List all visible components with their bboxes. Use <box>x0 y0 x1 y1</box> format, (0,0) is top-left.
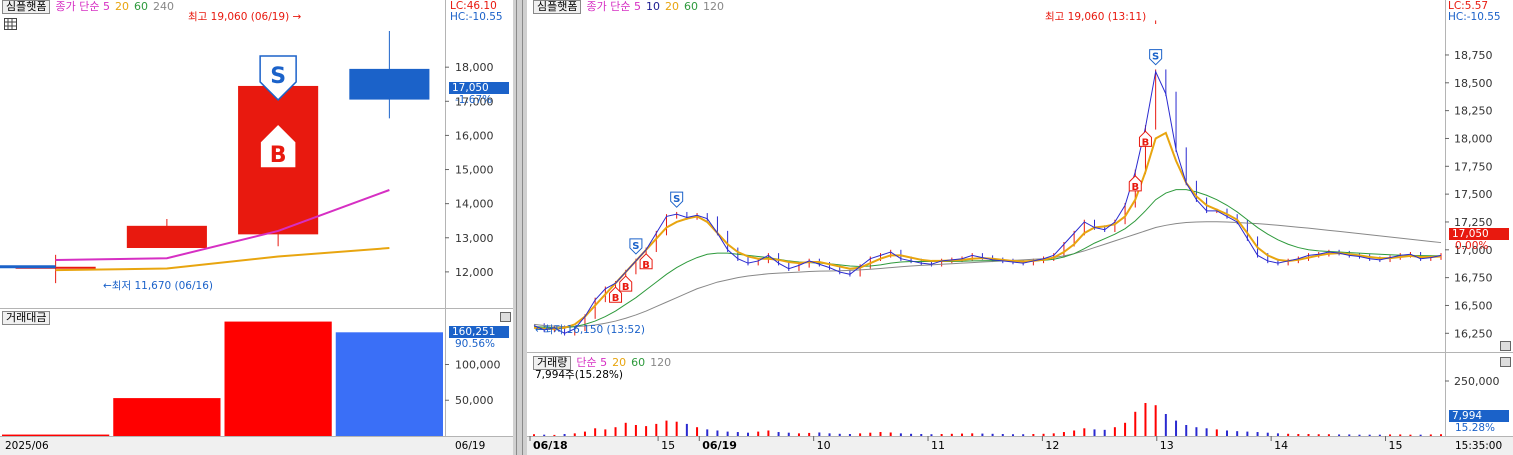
left-high-annot: 최고 19,060 (06/19) → <box>188 11 302 23</box>
right-volume-ma-60[interactable]: 60 <box>631 356 645 369</box>
left-candle-body <box>349 68 430 100</box>
left-volume-bar <box>2 434 110 436</box>
left-volume-bar <box>113 398 221 436</box>
right-price-line <box>533 70 1442 334</box>
right-y-tick-label: 18,000 <box>1454 132 1493 145</box>
right-volume-pct: 15.28% <box>1455 422 1496 434</box>
right-buy-marker-label: B <box>622 282 630 293</box>
right-volume-title[interactable]: 거래량 <box>533 356 572 370</box>
left-date-right: 06/19 <box>455 440 486 452</box>
right-x-tick-label: 11 <box>931 439 945 452</box>
left-low-annot: ←최저 11,670 (06/16) <box>103 280 213 292</box>
left-y-tick-label: 18,000 <box>455 61 494 74</box>
left-hc-label: HC:-10.55 <box>450 11 503 23</box>
left-volume-current-box: 160,251 <box>449 326 509 338</box>
right-high-annot: 최고 19,060 (13:11) <box>1045 11 1147 23</box>
left-sell-marker-label: S <box>270 64 286 89</box>
right-price-chart[interactable]: 16,25016,50016,75017,00017,25017,50017,7… <box>527 0 1513 455</box>
right-x-tick-label: 12 <box>1045 439 1059 452</box>
left-y-tick-label: 14,000 <box>455 198 494 211</box>
right-x-tick-label: 10 <box>817 439 831 452</box>
left-volume-title[interactable]: 거래대금 <box>2 311 51 325</box>
right-low-annot: ←최저 16,150 (13:52) <box>535 324 645 336</box>
right-hc-label: HC:-10.55 <box>1448 11 1501 23</box>
pane-splitter[interactable] <box>513 0 527 455</box>
right-x-tick-label: 06/19 <box>702 439 737 452</box>
right-buy-marker-label: B <box>612 293 620 304</box>
right-sell-marker-label: S <box>632 241 639 252</box>
right-current-change: 0.00% <box>1455 240 1489 252</box>
right-x-tick-label: 06/18 <box>533 439 568 452</box>
right-y-tick-label: 18,250 <box>1454 105 1493 118</box>
left-price-chart[interactable]: 12,00013,00014,00015,00016,00017,00018,0… <box>0 0 513 455</box>
right-y-tick-label: 17,500 <box>1454 188 1493 201</box>
right-volume-ma-20[interactable]: 20 <box>612 356 626 369</box>
left-current-price-box: 17,050 <box>449 82 509 94</box>
right-volume-y-tick-label: 250,000 <box>1454 375 1500 388</box>
right-sell-marker-label: S <box>673 194 680 205</box>
left-y-tick-label: 16,000 <box>455 129 494 142</box>
left-volume-y-tick-label: 50,000 <box>455 394 494 407</box>
right-y-tick-label: 16,750 <box>1454 272 1493 285</box>
right-volume-info: 7,994주(15.28%) <box>535 369 623 381</box>
left-date-axis-bg <box>0 437 513 455</box>
left-volume-close-button[interactable] <box>500 312 511 322</box>
right-ma20-line <box>533 131 1442 330</box>
left-volume-y-tick-label: 100,000 <box>455 358 501 371</box>
left-volume-pct: 90.56% <box>455 338 496 350</box>
left-y-tick-label: 15,000 <box>455 164 494 177</box>
left-volume-header: 거래대금 <box>2 311 55 325</box>
left-candle-body <box>126 225 207 248</box>
left-volume-bar <box>224 321 332 436</box>
right-y-tick-label: 18,500 <box>1454 77 1493 90</box>
right-buy-marker-label: B <box>642 260 650 271</box>
right-y-tick-label: 18,750 <box>1454 49 1493 62</box>
right-x-tick-label: 13 <box>1160 439 1174 452</box>
left-ma5-line <box>55 189 390 261</box>
right-buy-marker-label: B <box>1142 137 1150 148</box>
right-volume-ma-label[interactable]: 단순 5 <box>576 356 607 369</box>
left-volume-bar <box>335 332 443 436</box>
right-y-tick-label: 16,500 <box>1454 299 1493 312</box>
right-volume-current-box: 7,994 <box>1449 410 1509 422</box>
right-ma120-line <box>533 221 1442 328</box>
right-chart-pane: 심플햇폼 종가 단순 5 10 20 60 120 16,250 16,500 16,750 1… <box>527 0 1513 455</box>
left-date-label: 2025/06 <box>5 440 49 452</box>
right-sell-marker-label: S <box>1152 52 1159 63</box>
left-y-tick-label: 12,000 <box>455 266 494 279</box>
right-volume-close-button[interactable] <box>1500 357 1511 367</box>
right-price-close-button[interactable] <box>1500 341 1511 351</box>
left-buy-marker-label: B <box>270 143 287 168</box>
right-x-tick-label: 15 <box>1389 439 1403 452</box>
right-buy-marker-label: B <box>1131 182 1139 193</box>
left-y-tick-label: 13,000 <box>455 232 494 245</box>
left-current-change: -1.67% <box>455 94 493 106</box>
right-time-label: 15:35:00 <box>1455 440 1503 452</box>
right-volume-header: 거래량 단순 5 20 60 120 <box>533 356 676 370</box>
right-x-tick-label: 14 <box>1274 439 1288 452</box>
right-x-tick-label: 15 <box>661 439 675 452</box>
right-volume-ma-120[interactable]: 120 <box>650 356 671 369</box>
right-current-price-box: 17,050 <box>1449 228 1509 240</box>
right-y-tick-label: 17,750 <box>1454 160 1493 173</box>
right-y-tick-label: 16,250 <box>1454 327 1493 340</box>
left-chart-pane: 심플햇폼 종가 단순 5 20 60 240 12,000 13,000 14,000 15,… <box>0 0 513 455</box>
